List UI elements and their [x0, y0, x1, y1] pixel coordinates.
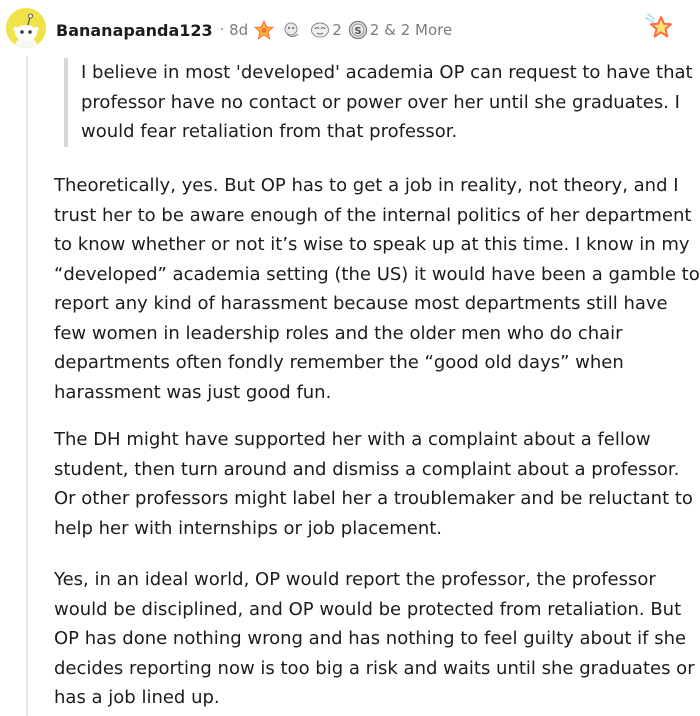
wholesome-award-icon[interactable]	[282, 20, 302, 40]
star-award-icon[interactable]	[254, 20, 275, 40]
snoo-avatar-icon	[6, 8, 46, 48]
user-avatar[interactable]	[6, 8, 46, 48]
svg-text:S: S	[354, 26, 361, 37]
comment-paragraph-1: Theoretically, yes. But OP has to get a …	[54, 175, 700, 403]
face-award-count: 2	[332, 21, 342, 39]
blockquote: I believe in most 'developed' academia O…	[64, 58, 700, 147]
award-star-icon	[645, 13, 672, 38]
give-award-button[interactable]	[644, 12, 674, 42]
meta-separator: ·	[219, 22, 225, 38]
comment-paragraph-3: Yes, in an ideal world, OP would report …	[54, 569, 695, 708]
username-link[interactable]: Bananapanda123	[56, 21, 213, 40]
silver-coin-award-icon[interactable]: S	[348, 20, 368, 40]
comment-header: Bananapanda123 · 8d 2 S 2 & 2 More	[0, 0, 700, 58]
more-awards-link[interactable]: & 2 More	[384, 21, 452, 39]
comment-age[interactable]: 8d	[229, 21, 248, 39]
comment-paragraph-2: The DH might have supported her with a c…	[54, 429, 693, 539]
comment-meta: Bananapanda123 · 8d 2 S 2 & 2 More	[56, 20, 452, 40]
thread-collapse-line[interactable]	[26, 56, 28, 716]
face-award-icon[interactable]	[310, 20, 330, 40]
silver-coin-award-count: 2	[369, 21, 380, 39]
